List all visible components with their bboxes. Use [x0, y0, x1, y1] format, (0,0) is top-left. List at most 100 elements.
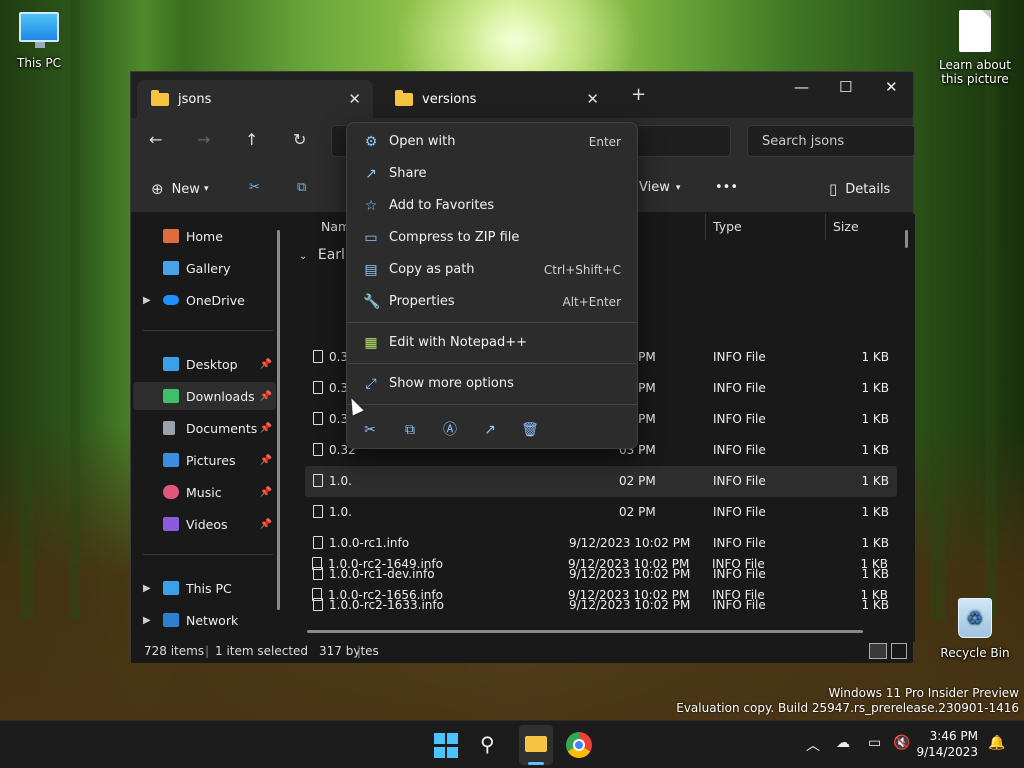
table-row[interactable]: 1.0.0-rc2-1649.info 9/12/2023 10:02 PM I…: [304, 549, 896, 580]
close-tab-icon[interactable]: ✕: [348, 90, 361, 108]
share-icon[interactable]: ↗: [479, 419, 501, 441]
table-row[interactable]: 1.0. 02 PM INFO File 1 KB: [305, 497, 897, 528]
chevron-up-icon[interactable]: ︿: [806, 735, 820, 755]
taskbar-file-explorer[interactable]: [519, 725, 553, 765]
sidebar-item-label: This PC: [186, 580, 232, 596]
file-name: 1.0.: [329, 474, 352, 488]
table-row-selected[interactable]: 1.0. 02 PM INFO File 1 KB: [305, 466, 897, 497]
chrome-icon[interactable]: [566, 732, 592, 758]
menu-divider: [347, 404, 637, 405]
clock-time: 3:46 PM: [929, 729, 978, 743]
desktop-icon: [163, 357, 179, 371]
zip-icon: ▭: [364, 230, 378, 246]
windows-logo-icon: [447, 747, 458, 758]
clock-date: 9/14/2023: [916, 745, 978, 759]
minimize-icon[interactable]: —: [794, 78, 809, 96]
column-header-size[interactable]: Size: [833, 219, 859, 234]
maximize-icon[interactable]: ☐: [839, 78, 852, 96]
copy-icon[interactable]: ⧉: [399, 419, 421, 441]
desktop-icon-learn-about-picture[interactable]: Learn about this picture: [930, 10, 1020, 86]
more-options-icon: ⤢: [365, 376, 377, 392]
sidebar-item-videos[interactable]: Videos 📌: [133, 510, 276, 538]
sidebar-item-this-pc[interactable]: ▶ This PC: [133, 574, 276, 602]
sidebar-item-gallery[interactable]: Gallery: [133, 254, 276, 282]
menu-item-add-to-favorites[interactable]: ☆ Add to Favorites: [351, 191, 635, 221]
close-window-icon[interactable]: ✕: [885, 78, 898, 96]
search-icon[interactable]: ⚲: [480, 732, 506, 758]
sidebar-item-label: Documents: [186, 420, 258, 436]
file-date: 02 PM: [619, 474, 656, 488]
sidebar-item-pictures[interactable]: Pictures 📌: [133, 446, 276, 474]
context-menu: ⚙ Open with Enter ↗ Share ☆ Add to Favor…: [346, 122, 638, 449]
more-options-button[interactable]: •••: [715, 180, 738, 195]
chevron-right-icon[interactable]: ▶: [143, 295, 151, 306]
menu-item-copy-as-path[interactable]: ▤ Copy as path Ctrl+Shift+C: [351, 255, 635, 285]
tab-jsons[interactable]: jsons ✕: [137, 80, 373, 118]
up-arrow-icon[interactable]: ↑: [245, 130, 258, 149]
column-divider[interactable]: [705, 214, 706, 240]
forward-arrow-icon[interactable]: →: [197, 130, 210, 149]
column-divider[interactable]: [825, 214, 826, 240]
desktop-icon-this-pc[interactable]: This PC: [0, 12, 84, 70]
search-input[interactable]: Search jsons: [747, 125, 915, 157]
wrench-icon: 🔧: [363, 294, 381, 310]
watermark-line2: Evaluation copy. Build 25947.rs_prerelea…: [676, 701, 1019, 715]
view-button[interactable]: View ▾: [639, 180, 680, 195]
taskbar: ⚲ ︿ ☁ ▭ 🔇 3:46 PM 9/14/2023 🔔: [0, 720, 1024, 768]
rename-icon[interactable]: Ⓐ: [439, 419, 461, 441]
menu-item-properties[interactable]: 🔧 Properties Alt+Enter: [351, 287, 635, 317]
volume-muted-icon[interactable]: 🔇: [893, 735, 910, 751]
close-tab-icon[interactable]: ✕: [586, 90, 599, 108]
network-icon[interactable]: ▭: [868, 735, 881, 751]
file-name: 1.0.0-rc2-1649.info: [328, 557, 443, 571]
cut-icon[interactable]: ✂: [359, 419, 381, 441]
sidebar-item-network[interactable]: ▶ Network: [133, 606, 276, 634]
new-tab-icon[interactable]: +: [631, 84, 646, 105]
chevron-right-icon[interactable]: ▶: [143, 615, 151, 626]
tiles-view-icon[interactable]: [891, 643, 907, 659]
tab-versions[interactable]: versions ✕: [381, 80, 611, 118]
delete-icon[interactable]: 🗑: [519, 419, 541, 441]
details-pane-icon: ▯: [829, 180, 838, 198]
refresh-icon[interactable]: ↻: [293, 130, 306, 149]
clock[interactable]: 3:46 PM 9/14/2023: [916, 728, 978, 760]
file-size: 1 KB: [860, 588, 888, 602]
menu-item-show-more-options[interactable]: ⤢ Show more options: [351, 369, 635, 399]
menu-item-compress-zip[interactable]: ▭ Compress to ZIP file: [351, 223, 635, 253]
horizontal-scrollbar[interactable]: [307, 630, 863, 633]
copy-button[interactable]: ⧉: [297, 180, 306, 195]
sidebar-item-home[interactable]: Home: [133, 222, 276, 250]
sidebar-scrollbar[interactable]: [277, 230, 280, 610]
file-type: INFO File: [712, 588, 765, 602]
sidebar-item-onedrive[interactable]: ▶ OneDrive: [133, 286, 276, 314]
start-button[interactable]: [434, 733, 460, 759]
sidebar-item-music[interactable]: Music 📌: [133, 478, 276, 506]
path-icon: ▤: [364, 262, 378, 278]
sidebar-item-desktop[interactable]: Desktop 📌: [133, 350, 276, 378]
table-row[interactable]: 1.0.0-rc2-1656.info 9/12/2023 10:02 PM I…: [304, 580, 896, 611]
menu-item-edit-with-notepad[interactable]: ▦ Edit with Notepad++: [351, 328, 635, 358]
menu-item-open-with[interactable]: ⚙ Open with Enter: [351, 127, 635, 157]
vertical-scrollbar[interactable]: [905, 230, 908, 248]
status-divider: |: [357, 644, 362, 658]
details-label: Details: [845, 181, 891, 197]
file-size: 1 KB: [860, 557, 888, 571]
sidebar-item-documents[interactable]: Documents 📌: [133, 414, 276, 442]
desktop-icon-recycle-bin[interactable]: ♻ Recycle Bin: [930, 598, 1020, 660]
menu-item-shortcut: Enter: [588, 135, 621, 149]
notification-bell-icon[interactable]: 🔔: [988, 735, 1005, 751]
column-header-type[interactable]: Type: [713, 219, 742, 234]
new-button[interactable]: ⊕ New ▾: [151, 180, 208, 198]
back-arrow-icon[interactable]: ←: [149, 130, 162, 149]
sidebar-item-downloads[interactable]: Downloads 📌: [133, 382, 276, 410]
chevron-right-icon[interactable]: ▶: [143, 583, 151, 594]
details-button[interactable]: ▯ Details: [829, 180, 890, 198]
menu-item-label: Open with: [389, 134, 456, 149]
status-bar: 728 items | 1 item selected 317 bytes |: [131, 642, 913, 663]
file-size: 1 KB: [861, 474, 889, 488]
details-view-icon[interactable]: [869, 643, 887, 659]
cut-button[interactable]: ✂: [249, 180, 260, 195]
menu-item-share[interactable]: ↗ Share: [351, 159, 635, 189]
onedrive-status-icon[interactable]: ☁: [836, 735, 850, 751]
pin-icon: 📌: [259, 486, 272, 498]
